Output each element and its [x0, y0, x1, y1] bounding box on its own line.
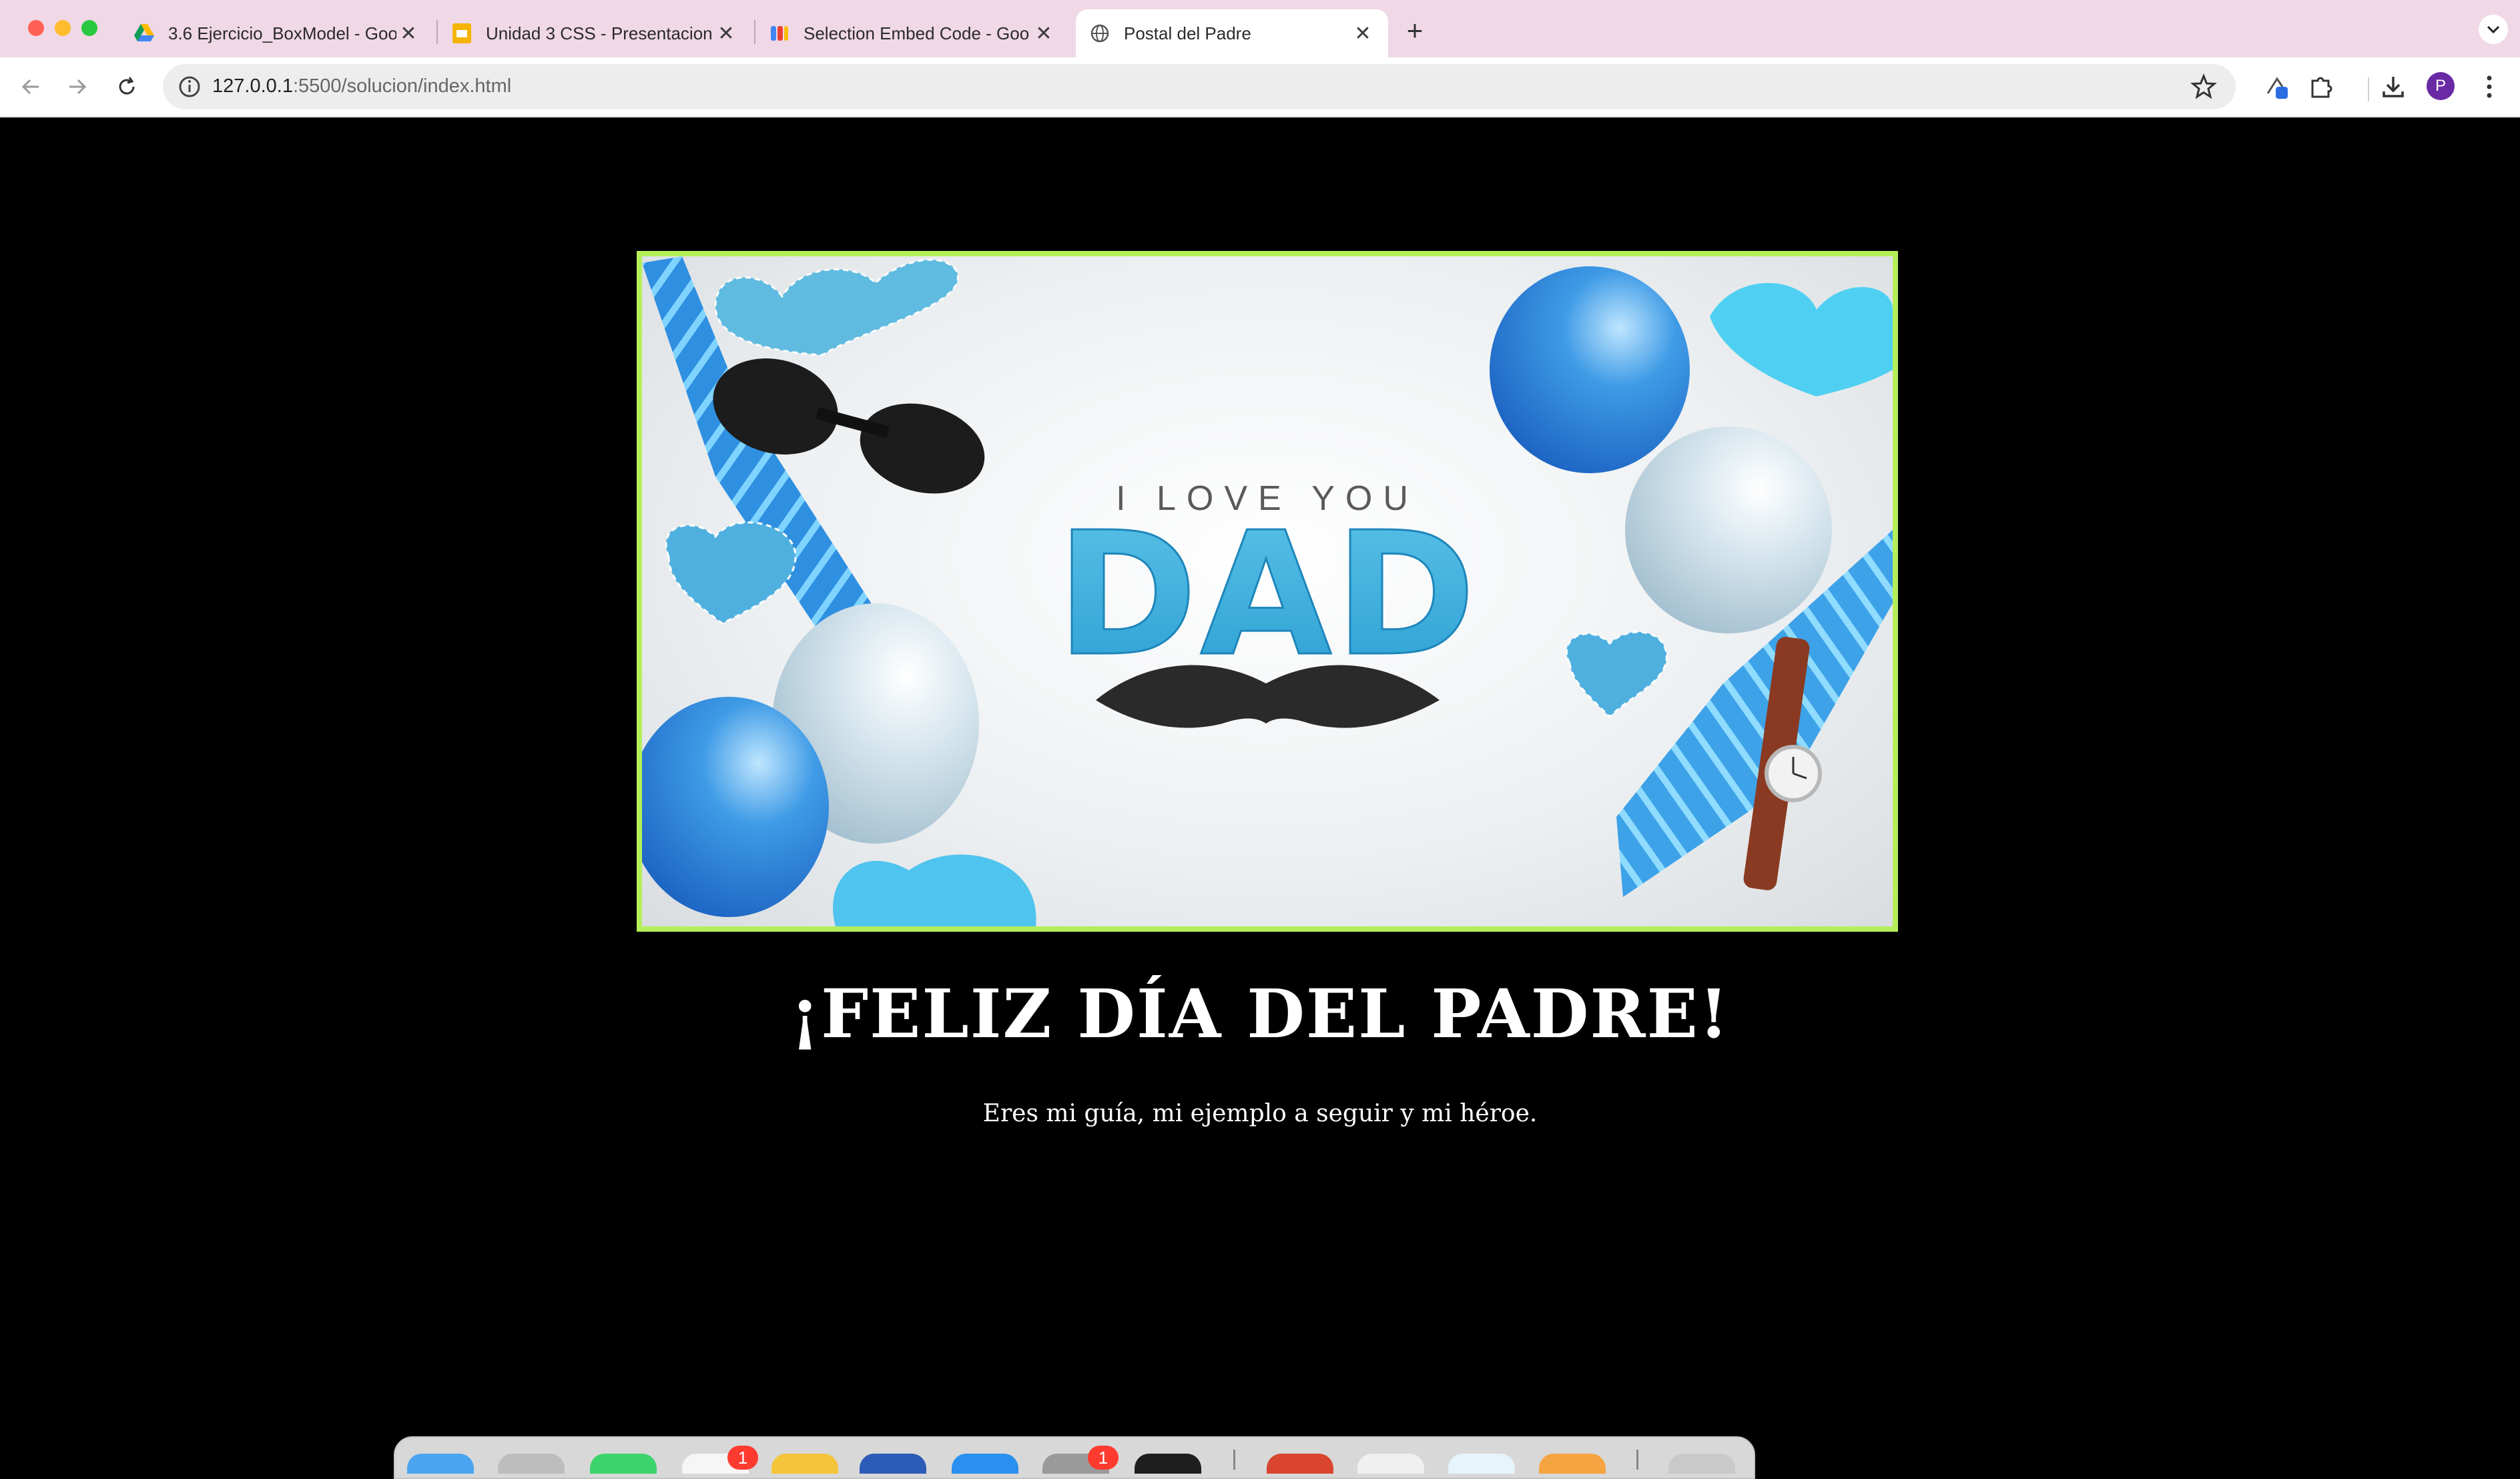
postcard-illustration: I LOVE YOU DAD [642, 256, 1893, 926]
close-icon[interactable]: ✕ [714, 22, 738, 45]
tab-label: Postal del Padre [1124, 23, 1251, 43]
browser-toolbar: 127.0.0.1:5500/solucion/index.html P [0, 57, 2520, 117]
arrow-right-icon [69, 79, 87, 95]
window-zoom-button[interactable] [81, 20, 97, 36]
tab-embed-code[interactable]: Selection Embed Code - Goo ✕ [755, 9, 1069, 57]
new-tab-button[interactable]: + [1401, 15, 1428, 47]
download-icon[interactable] [2377, 71, 2409, 103]
tab-bar: 3.6 Ejercicio_BoxModel - Goo ✕ Unidad 3 … [0, 0, 2520, 57]
arrow-left-icon [21, 79, 39, 95]
profile-avatar[interactable]: P [2427, 72, 2455, 100]
url-text[interactable]: 127.0.0.1:5500/solucion/index.html [212, 75, 511, 97]
trash-icon[interactable] [1668, 1454, 1735, 1474]
balloon-blue [1490, 266, 1690, 473]
reload-icon [119, 77, 135, 95]
word-app-icon[interactable] [860, 1454, 926, 1474]
close-icon[interactable]: ✕ [396, 22, 420, 45]
heart-shape [714, 258, 959, 356]
messages-app-icon[interactable] [590, 1454, 657, 1474]
notes-app-icon[interactable] [771, 1454, 838, 1474]
google-slides-icon [451, 23, 472, 44]
back-button[interactable] [13, 69, 48, 104]
globe-icon [1089, 23, 1111, 44]
balloon-pale [1625, 426, 1832, 633]
apps-script-icon [769, 23, 790, 44]
google-drive-icon [133, 23, 155, 44]
notification-badge: 1 [727, 1446, 758, 1470]
tab-label: Selection Embed Code - Goo [804, 23, 1030, 43]
tab-boxmodel[interactable]: 3.6 Ejercicio_BoxModel - Goo ✕ [120, 9, 434, 57]
tab-postal-del-padre[interactable]: Postal del Padre ✕ [1076, 9, 1388, 57]
notification-badge: 1 [1088, 1446, 1119, 1470]
heart-shape [1565, 631, 1668, 719]
heart-shape [665, 521, 797, 625]
app-store-icon[interactable] [952, 1454, 1018, 1474]
url-path: :5500/solucion/index.html [292, 75, 512, 97]
address-bar[interactable]: 127.0.0.1:5500/solucion/index.html [163, 64, 2236, 109]
tab-label: 3.6 Ejercicio_BoxModel - Goo [168, 23, 396, 43]
tab-label: Unidad 3 CSS - Presentacion [486, 23, 713, 43]
photos-app-icon[interactable] [1539, 1454, 1606, 1474]
close-icon[interactable]: ✕ [1351, 22, 1375, 45]
terminal-app-icon[interactable] [1135, 1454, 1201, 1474]
bookmark-star-icon[interactable] [2190, 73, 2217, 100]
dad-text: DAD [1056, 496, 1479, 694]
finder-app-icon[interactable] [407, 1454, 474, 1474]
window-close-button[interactable] [28, 20, 44, 36]
puzzle-icon[interactable] [2305, 71, 2337, 103]
heart-shape [1710, 283, 1893, 396]
page-subtitle: Eres mi guía, mi ejemplo a seguir y mi h… [982, 1100, 1538, 1127]
tab-search-button[interactable] [2479, 15, 2508, 44]
chrome-app-icon[interactable] [1267, 1454, 1333, 1474]
url-host: 127.0.0.1 [212, 75, 293, 97]
heart-shape [833, 854, 1036, 926]
chevron-down-icon [2487, 25, 2500, 34]
vscode-app-icon[interactable] [1448, 1454, 1515, 1474]
reload-button[interactable] [109, 69, 144, 104]
tab-unidad3[interactable]: Unidad 3 CSS - Presentacion ✕ [438, 9, 751, 57]
forward-button[interactable] [60, 69, 95, 104]
fathers-day-image: I LOVE YOU DAD [637, 251, 1898, 932]
launchpad-app-icon[interactable] [498, 1454, 565, 1474]
more-menu-icon[interactable] [2473, 71, 2505, 103]
preview-app-icon[interactable] [1357, 1454, 1424, 1474]
window-minimize-button[interactable] [55, 20, 71, 36]
page-title: ¡FELIZ DÍA DEL PADRE! [790, 974, 1730, 1053]
toolbar-divider [2368, 77, 2369, 101]
close-icon[interactable]: ✕ [1032, 22, 1056, 45]
extension-icon[interactable] [2261, 71, 2293, 103]
site-info-icon[interactable] [178, 75, 202, 99]
